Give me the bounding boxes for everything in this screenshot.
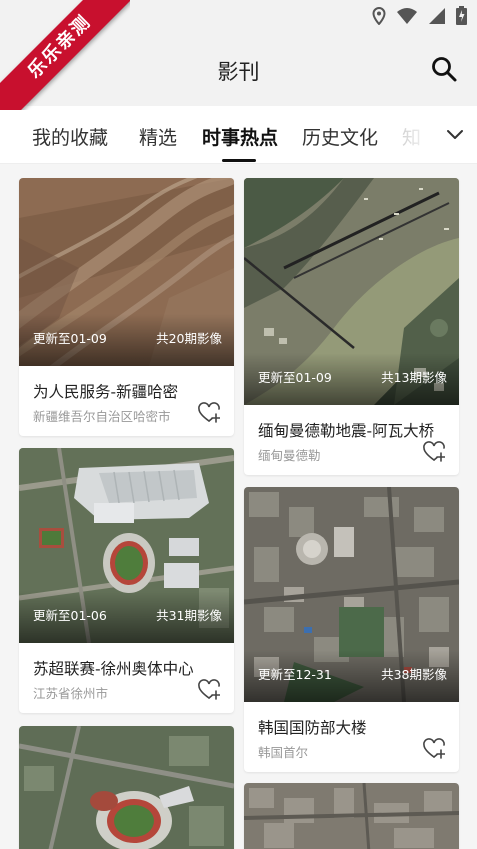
status-bar [0,0,477,32]
card-info: 缅甸曼德勒地震-阿瓦大桥 缅甸曼德勒 [244,405,459,475]
card-title: 韩国国防部大楼 [258,719,367,737]
active-tab-indicator [222,159,256,162]
satellite-image [19,726,234,849]
heart-plus-icon[interactable] [423,738,445,760]
card-thumbnail: 更新至01-09 共13期影像 [244,178,459,405]
update-date: 更新至01-09 [258,370,332,385]
card-title: 缅甸曼德勒地震-阿瓦大桥 [258,422,435,440]
card-item[interactable]: 更新至12-31 共38期影像 韩国国防部大楼 韩国首尔 [244,487,459,772]
expand-tabs-button[interactable] [432,106,477,163]
image-count: 共20期影像 [156,331,222,346]
card-location: 韩国首尔 [258,745,309,760]
card-thumbnail: 更新至12-31 共38期影像 [244,487,459,702]
card-thumbnail: 更新至01-06 共31期影像 [19,448,234,643]
card-info: 韩国国防部大楼 韩国首尔 [244,702,459,772]
search-button[interactable] [429,54,459,84]
tab-current-events[interactable]: 时事热点 [202,123,278,150]
card-item[interactable] [19,726,234,849]
card-location: 江苏省徐州市 [33,686,109,701]
update-date: 更新至01-06 [33,608,107,623]
card-thumbnail [19,726,234,849]
card-item[interactable]: 更新至01-09 共20期影像 为人民服务-新疆哈密 新疆维吾尔自治区哈密市 [19,178,234,436]
satellite-image [244,783,459,849]
feed-grid: 更新至01-09 共20期影像 为人民服务-新疆哈密 新疆维吾尔自治区哈密市 更… [0,164,477,849]
tab-favorites[interactable]: 我的收藏 [32,123,108,150]
card-thumbnail: 更新至01-09 共20期影像 [19,178,234,366]
card-title: 苏超联赛-徐州奥体中心 [33,660,194,678]
update-date: 更新至01-09 [33,331,107,346]
card-title: 为人民服务-新疆哈密 [33,383,179,401]
image-count: 共13期影像 [381,370,447,385]
update-date: 更新至12-31 [258,667,332,682]
card-location: 新疆维吾尔自治区哈密市 [33,409,171,424]
app-header: 影刊 [0,32,477,106]
search-icon [432,57,457,82]
card-location: 缅甸曼德勒 [258,448,321,463]
tab-featured[interactable]: 精选 [139,123,177,150]
heart-plus-icon[interactable] [423,441,445,463]
card-item[interactable]: 更新至01-06 共31期影像 苏超联赛-徐州奥体中心 江苏省徐州市 [19,448,234,713]
battery-charging-icon [456,6,467,25]
card-item[interactable] [244,783,459,849]
image-count: 共31期影像 [156,608,222,623]
card-info: 为人民服务-新疆哈密 新疆维吾尔自治区哈密市 [19,366,234,436]
category-tabs: 我的收藏 精选 时事热点 历史文化 知 [0,106,477,164]
page-title: 影刊 [217,60,260,84]
image-count: 共38期影像 [381,667,447,682]
tab-history-culture[interactable]: 历史文化 [302,123,378,150]
heart-plus-icon[interactable] [198,402,220,424]
card-info: 苏超联赛-徐州奥体中心 江苏省徐州市 [19,643,234,713]
signal-icon [429,7,445,24]
wifi-icon [397,7,417,24]
heart-plus-icon[interactable] [198,679,220,701]
card-thumbnail [244,783,459,849]
tabs-fade-overlay [396,106,436,163]
status-icons [372,6,467,25]
location-pin-icon [372,6,386,25]
chevron-down-icon [446,130,463,139]
card-item[interactable]: 更新至01-09 共13期影像 缅甸曼德勒地震-阿瓦大桥 缅甸曼德勒 [244,178,459,475]
